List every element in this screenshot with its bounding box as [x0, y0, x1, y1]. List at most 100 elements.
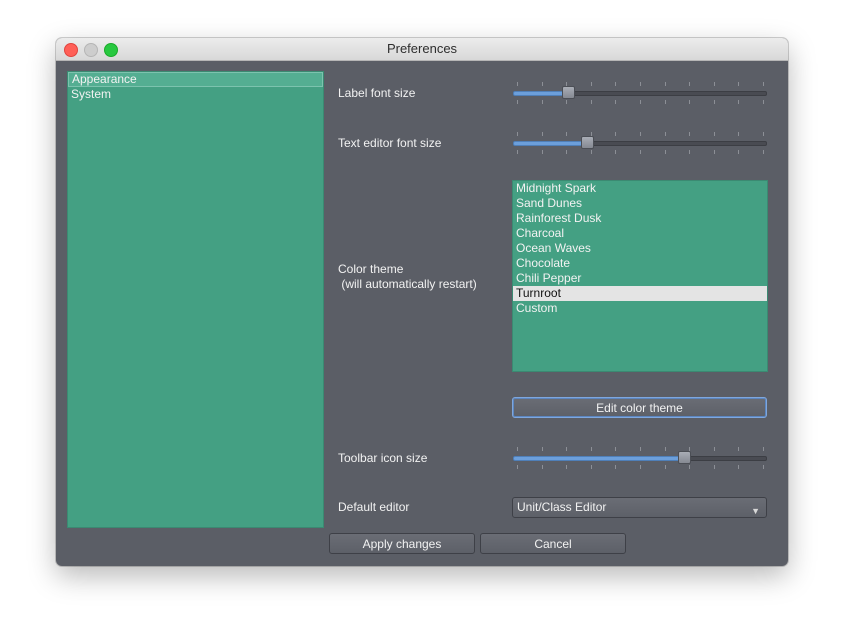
theme-option[interactable]: Rainforest Dusk — [513, 211, 767, 226]
default-editor-dropdown[interactable]: Unit/Class Editor ▼ — [512, 497, 767, 518]
toolbar-icon-size-slider[interactable] — [513, 446, 767, 470]
slider-tick — [615, 465, 616, 469]
slider-tick — [591, 150, 592, 154]
label-font-size-slider[interactable] — [513, 81, 767, 105]
slider-tick — [542, 100, 543, 104]
toolbar-icon-size-label: Toolbar icon size — [338, 451, 428, 465]
slider-tick — [591, 465, 592, 469]
slider-tick — [763, 100, 764, 104]
slider-tick — [763, 150, 764, 154]
slider-tick — [665, 132, 666, 136]
slider-tick — [714, 132, 715, 136]
slider-tick — [517, 150, 518, 154]
slider-tick — [640, 447, 641, 451]
slider-fill — [513, 91, 569, 96]
slider-fill — [513, 456, 685, 461]
theme-option[interactable]: Charcoal — [513, 226, 767, 241]
slider-tick — [517, 465, 518, 469]
slider-handle[interactable] — [562, 86, 575, 99]
slider-tick — [665, 100, 666, 104]
slider-fill — [513, 141, 588, 146]
slider-tick — [689, 82, 690, 86]
slider-tick — [615, 150, 616, 154]
slider-tick — [566, 465, 567, 469]
slider-tick — [591, 82, 592, 86]
slider-tick — [763, 132, 764, 136]
slider-tick — [640, 132, 641, 136]
theme-option[interactable]: Turnroot — [513, 286, 767, 301]
slider-tick — [615, 447, 616, 451]
text-editor-font-size-slider[interactable] — [513, 131, 767, 155]
theme-option[interactable]: Ocean Waves — [513, 241, 767, 256]
slider-tick — [640, 150, 641, 154]
slider-tick — [566, 82, 567, 86]
slider-tick — [738, 150, 739, 154]
slider-tick — [763, 465, 764, 469]
title-bar[interactable]: Preferences — [56, 38, 788, 61]
default-editor-label: Default editor — [338, 500, 410, 514]
label-font-size-label: Label font size — [338, 86, 416, 100]
apply-changes-button[interactable]: Apply changes — [329, 533, 475, 554]
slider-tick — [689, 100, 690, 104]
cancel-button[interactable]: Cancel — [480, 533, 626, 554]
slider-tick — [566, 100, 567, 104]
slider-tick — [517, 100, 518, 104]
slider-tick — [591, 132, 592, 136]
category-list[interactable]: Appearance System — [67, 71, 324, 528]
slider-handle[interactable] — [581, 136, 594, 149]
color-theme-list[interactable]: Midnight Spark Sand Dunes Rainforest Dusk C… — [512, 180, 768, 372]
slider-tick — [542, 132, 543, 136]
theme-option[interactable]: Sand Dunes — [513, 196, 767, 211]
slider-tick — [640, 82, 641, 86]
slider-tick — [714, 150, 715, 154]
slider-tick — [665, 447, 666, 451]
slider-tick — [542, 447, 543, 451]
slider-tick — [689, 150, 690, 154]
slider-tick — [615, 132, 616, 136]
chevron-down-icon: ▼ — [751, 506, 760, 516]
slider-tick — [517, 132, 518, 136]
text-editor-font-size-label: Text editor font size — [338, 136, 442, 150]
theme-option[interactable]: Midnight Spark — [513, 181, 767, 196]
slider-tick — [542, 150, 543, 154]
theme-option[interactable]: Chocolate — [513, 256, 767, 271]
slider-tick — [689, 465, 690, 469]
slider-tick — [591, 100, 592, 104]
slider-handle[interactable] — [678, 451, 691, 464]
theme-option[interactable]: Custom — [513, 301, 767, 316]
slider-tick — [566, 150, 567, 154]
slider-tick — [763, 447, 764, 451]
slider-tick — [714, 100, 715, 104]
slider-tick — [738, 100, 739, 104]
slider-tick — [738, 132, 739, 136]
slider-tick — [566, 447, 567, 451]
color-theme-label: Color theme (will automatically restart) — [338, 262, 477, 291]
window-title: Preferences — [386, 41, 458, 56]
slider-tick — [763, 82, 764, 86]
theme-option[interactable]: Chili Pepper — [513, 271, 767, 286]
slider-tick — [738, 82, 739, 86]
slider-tick — [714, 82, 715, 86]
slider-tick — [566, 132, 567, 136]
category-item-appearance[interactable]: Appearance — [68, 72, 323, 87]
slider-tick — [640, 100, 641, 104]
slider-tick — [689, 447, 690, 451]
slider-tick — [591, 447, 592, 451]
slider-tick — [615, 100, 616, 104]
default-editor-value: Unit/Class Editor — [517, 500, 607, 514]
slider-tick — [517, 447, 518, 451]
slider-tick — [738, 465, 739, 469]
slider-tick — [738, 447, 739, 451]
slider-tick — [542, 465, 543, 469]
slider-tick — [640, 465, 641, 469]
preferences-window: Preferences Appearance System Label font… — [56, 38, 788, 566]
slider-tick — [714, 447, 715, 451]
preferences-content: Appearance System Label font size Text e… — [56, 61, 788, 566]
slider-tick — [665, 465, 666, 469]
slider-tick — [615, 82, 616, 86]
slider-tick — [665, 82, 666, 86]
slider-tick — [689, 132, 690, 136]
edit-color-theme-button[interactable]: Edit color theme — [512, 397, 767, 418]
category-item-system[interactable]: System — [68, 87, 323, 102]
slider-tick — [665, 150, 666, 154]
